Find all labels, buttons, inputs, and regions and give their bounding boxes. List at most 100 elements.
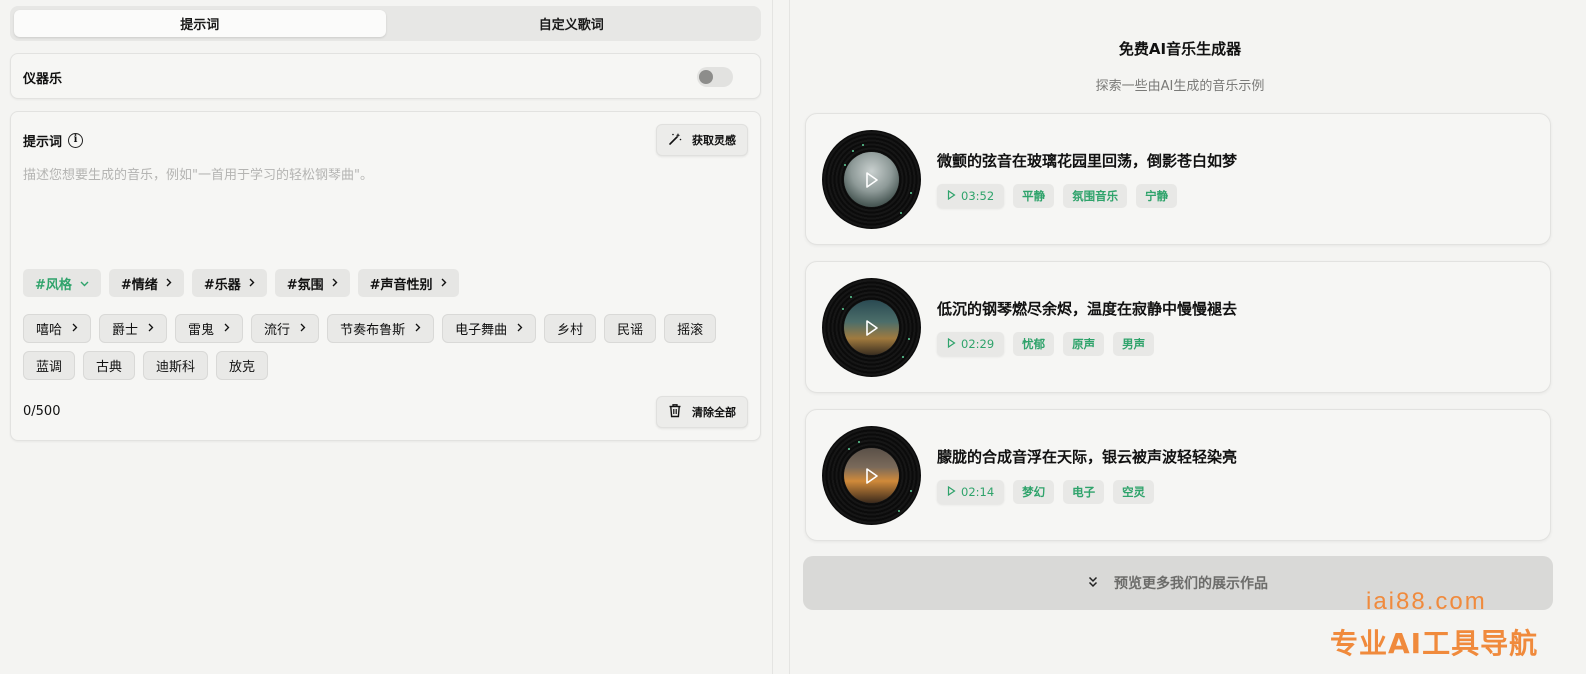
sparkle (898, 510, 900, 512)
magic-wand-icon (668, 132, 682, 149)
chevron-right-icon (224, 322, 230, 335)
genre-chip[interactable]: 雷鬼 (175, 314, 244, 343)
genre-chip[interactable]: 爵士 (99, 314, 168, 343)
sparkle (910, 490, 912, 492)
duration-button[interactable]: 03:52 (937, 184, 1005, 208)
chevron-right-icon (249, 277, 255, 290)
sparkle (848, 448, 850, 450)
song-tag: 宁静 (1136, 184, 1178, 208)
genre-chip[interactable]: 流行 (251, 314, 320, 343)
genre-chip[interactable]: 放克 (216, 351, 269, 380)
prompt-heading: 提示词 i (23, 131, 84, 150)
clear-all-button[interactable]: 清除全部 (656, 396, 748, 428)
genre-chip[interactable]: 蓝调 (23, 351, 76, 380)
genre-chips: 嘻哈 爵士 雷鬼 流行 节奏布鲁斯 电子舞曲 乡村 民谣 摇滚 蓝调 古典 迪斯… (23, 314, 748, 380)
mode-tabs: 提示词 自定义歌词 (10, 6, 761, 41)
genre-chip[interactable]: 迪斯科 (143, 351, 209, 380)
song-card: 朦胧的合成音浮在天际，银云被声波轻轻染亮 02:14 梦幻 电子 空灵 (805, 409, 1551, 541)
prompt-card: 提示词 i 获取灵感 描述您想要生成的音乐，例如"一首用于学习的轻松钢琴曲"。 … (10, 111, 761, 441)
song-tags: 02:29 忧郁 原声 男声 (937, 332, 1155, 356)
play-icon[interactable] (844, 448, 899, 503)
vinyl-record[interactable] (822, 278, 921, 377)
sparkle (910, 192, 912, 194)
sparkle (908, 338, 910, 340)
tab-custom-lyrics[interactable]: 自定义歌词 (386, 10, 758, 37)
duration-button[interactable]: 02:29 (937, 332, 1005, 356)
watermark-name: 专业AI工具导航 (1330, 627, 1539, 660)
song-card: 低沉的钢琴燃尽余烬，温度在寂静中慢慢褪去 02:29 忧郁 原声 男声 (805, 261, 1551, 393)
generator-panel: 提示词 自定义歌词 仪器乐 提示词 i 获取灵感 描述您想要生成的音乐，例如"一… (0, 0, 772, 674)
song-title[interactable]: 微颤的弦音在玻璃花园里回荡，倒影苍白如梦 (937, 150, 1237, 171)
genre-chip[interactable]: 电子舞曲 (442, 314, 537, 343)
category-chip-style[interactable]: #风格 (23, 269, 101, 297)
chevron-right-icon (332, 277, 338, 290)
song-tag: 男声 (1113, 332, 1155, 356)
category-chips: #风格 #情绪 #乐器 #氛围 #声音性别 (23, 269, 459, 297)
character-counter: 0/500 (23, 404, 61, 419)
chevron-right-icon (441, 277, 447, 290)
song-title[interactable]: 低沉的钢琴燃尽余烬，温度在寂静中慢慢褪去 (937, 298, 1237, 319)
chevron-right-icon (415, 322, 421, 335)
song-tag: 原声 (1063, 332, 1105, 356)
genre-chip[interactable]: 古典 (83, 351, 136, 380)
sparkle (902, 356, 904, 358)
get-inspiration-button[interactable]: 获取灵感 (656, 124, 748, 156)
prompt-title: 提示词 (23, 135, 63, 150)
category-chip-mood[interactable]: #情绪 (108, 269, 184, 297)
song-tag: 空灵 (1113, 480, 1155, 504)
sparkle (858, 441, 860, 443)
vinyl-record[interactable] (822, 426, 921, 525)
genre-chip[interactable]: 乡村 (544, 314, 597, 343)
song-tags: 02:14 梦幻 电子 空灵 (937, 480, 1155, 504)
tab-prompt[interactable]: 提示词 (14, 10, 386, 37)
chevron-right-icon (300, 322, 306, 335)
song-tag: 忧郁 (1013, 332, 1055, 356)
genre-chip[interactable]: 嘻哈 (23, 314, 92, 343)
category-chip-atmosphere[interactable]: #氛围 (274, 269, 350, 297)
instrumental-toggle[interactable] (697, 67, 733, 87)
song-tag: 平静 (1013, 184, 1055, 208)
play-icon[interactable] (844, 300, 899, 355)
trash-icon (668, 403, 682, 421)
play-small-icon (947, 485, 956, 499)
category-chip-voice-gender[interactable]: #声音性别 (357, 269, 459, 297)
showcase-panel: 免费AI音乐生成器 探索一些由AI生成的音乐示例 微颤的弦音在玻璃花园里回荡，倒… (790, 0, 1586, 674)
preview-more-label: 预览更多我们的展示作品 (1114, 576, 1268, 592)
genre-chip[interactable]: 节奏布鲁斯 (327, 314, 435, 343)
play-small-icon (947, 337, 956, 351)
toggle-knob (699, 70, 713, 84)
category-chip-instrument[interactable]: #乐器 (191, 269, 267, 297)
watermark-url: iai88.com (1366, 588, 1487, 615)
genre-chip[interactable]: 民谣 (604, 314, 657, 343)
sparkle (862, 144, 864, 146)
showcase-subtitle: 探索一些由AI生成的音乐示例 (1095, 79, 1265, 94)
panel-divider (772, 0, 790, 674)
play-small-icon (947, 189, 956, 203)
genre-chip[interactable]: 摇滚 (664, 314, 717, 343)
info-icon[interactable]: i (68, 133, 84, 148)
sparkle (852, 150, 854, 152)
chevron-right-icon (166, 277, 172, 290)
play-icon[interactable] (844, 152, 899, 207)
clear-all-label: 清除全部 (692, 406, 736, 419)
get-inspiration-label: 获取灵感 (692, 134, 736, 147)
prompt-input[interactable]: 描述您想要生成的音乐，例如"一首用于学习的轻松钢琴曲"。 (23, 164, 373, 183)
chevron-right-icon (148, 322, 154, 335)
song-card: 微颤的弦音在玻璃花园里回荡，倒影苍白如梦 03:52 平静 氛围音乐 宁静 (805, 113, 1551, 245)
song-tag: 电子 (1063, 480, 1105, 504)
sparkle (844, 164, 846, 166)
chevron-right-icon (72, 322, 78, 335)
sparkle (850, 296, 852, 298)
instrumental-card: 仪器乐 (10, 53, 761, 99)
song-title[interactable]: 朦胧的合成音浮在天际，银云被声波轻轻染亮 (937, 446, 1237, 467)
chevron-right-icon (517, 322, 523, 335)
showcase-title: 免费AI音乐生成器 (1118, 40, 1242, 58)
vinyl-record[interactable] (822, 130, 921, 229)
sparkle (900, 212, 902, 214)
chevron-down-icon (80, 277, 89, 290)
song-tag: 氛围音乐 (1063, 184, 1128, 208)
song-tag: 梦幻 (1013, 480, 1055, 504)
duration-button[interactable]: 02:14 (937, 480, 1005, 504)
song-tags: 03:52 平静 氛围音乐 宁静 (937, 184, 1178, 208)
sparkle (842, 308, 844, 310)
